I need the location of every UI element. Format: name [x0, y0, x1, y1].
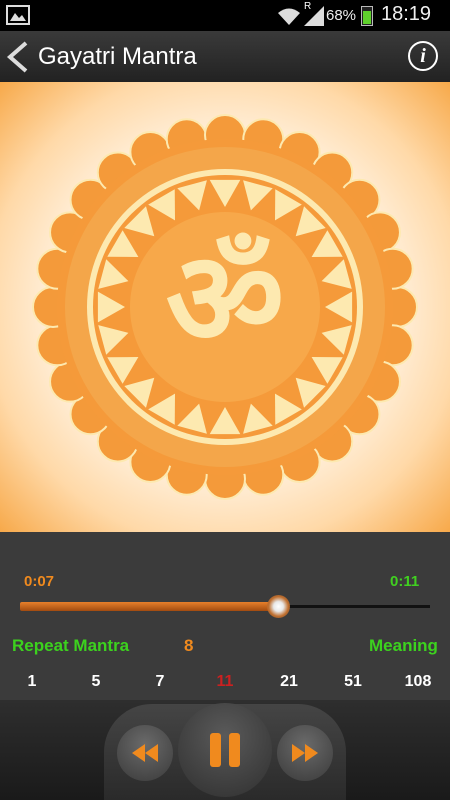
- page-title: Gayatri Mantra: [38, 43, 197, 70]
- repeat-option-5[interactable]: 5: [92, 673, 101, 691]
- repeat-option-51[interactable]: 51: [344, 673, 362, 691]
- repeat-count-options: 1 5 7 11 21 51 108: [0, 673, 450, 697]
- player-panel: 0:07 0:11 Repeat Mantra 8 Meaning 1 5 7 11 2…: [0, 532, 450, 800]
- fast-forward-button[interactable]: [277, 725, 333, 781]
- om-mandala-image: ॐ: [32, 114, 418, 500]
- wifi-icon: [278, 8, 300, 25]
- battery-percent: 68%: [326, 7, 357, 24]
- svg-text:ॐ: ॐ: [166, 223, 285, 375]
- status-bar: R 68% 18:19: [0, 0, 450, 31]
- seek-thumb[interactable]: [267, 595, 291, 618]
- battery-icon: [361, 6, 373, 26]
- pause-button[interactable]: [178, 703, 272, 797]
- total-time: 0:11: [390, 573, 420, 590]
- repeat-mantra-label: Repeat Mantra: [12, 636, 130, 655]
- repeat-option-7[interactable]: 7: [156, 673, 165, 691]
- seek-progress: [20, 602, 279, 611]
- repeat-option-21[interactable]: 21: [280, 673, 298, 691]
- album-artwork: ॐ: [0, 82, 450, 532]
- rewind-icon: [132, 744, 158, 762]
- elapsed-time: 0:07: [24, 573, 55, 590]
- signal-icon: [304, 6, 324, 26]
- repeat-count: 8: [184, 636, 194, 655]
- repeat-option-11[interactable]: 11: [217, 673, 234, 691]
- repeat-option-108[interactable]: 108: [405, 673, 432, 691]
- info-icon[interactable]: i: [408, 41, 438, 71]
- clock: 18:19: [381, 3, 432, 25]
- app-bar: Gayatri Mantra i: [0, 31, 450, 83]
- gallery-notification-icon: [6, 5, 30, 25]
- rewind-button[interactable]: [117, 725, 173, 781]
- fast-forward-icon: [292, 744, 318, 762]
- pause-icon: [210, 733, 240, 767]
- meaning-button[interactable]: Meaning: [369, 636, 438, 656]
- chevron-left-icon[interactable]: [4, 41, 32, 73]
- repeat-option-1[interactable]: 1: [28, 673, 37, 691]
